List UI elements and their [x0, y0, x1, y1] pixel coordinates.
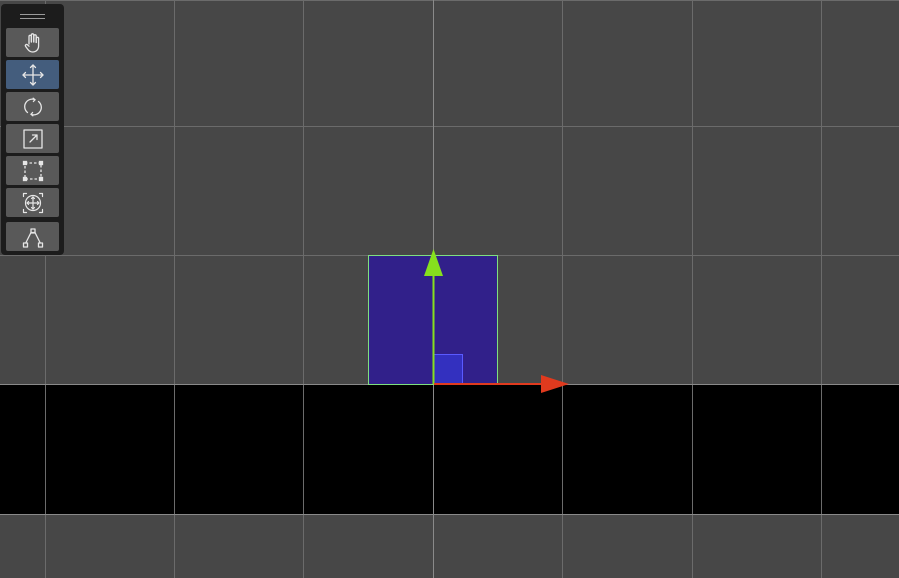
scene-viewport[interactable]: [0, 0, 899, 578]
ground-plane: [0, 385, 899, 515]
scale-tool-button[interactable]: [6, 124, 59, 153]
transform-tool-button[interactable]: [6, 188, 59, 217]
hand-icon: [24, 32, 39, 53]
rect-transform-icon: [22, 160, 43, 181]
rotate-icon: [23, 97, 42, 116]
transform-all-icon: [22, 192, 43, 213]
toolbar-drag-handle[interactable]: [20, 14, 45, 22]
rect-tool-button[interactable]: [6, 156, 59, 185]
tools-toolbar: [1, 4, 64, 255]
move-arrows-icon: [21, 63, 44, 86]
hand-tool-button[interactable]: [6, 28, 59, 57]
scale-icon: [22, 128, 43, 149]
rotate-tool-button[interactable]: [6, 92, 59, 121]
gizmo-plane-handle[interactable]: [433, 354, 463, 384]
path-nodes-icon: [22, 227, 43, 248]
custom-tool-button[interactable]: [6, 222, 59, 251]
move-tool-button[interactable]: [6, 60, 59, 89]
